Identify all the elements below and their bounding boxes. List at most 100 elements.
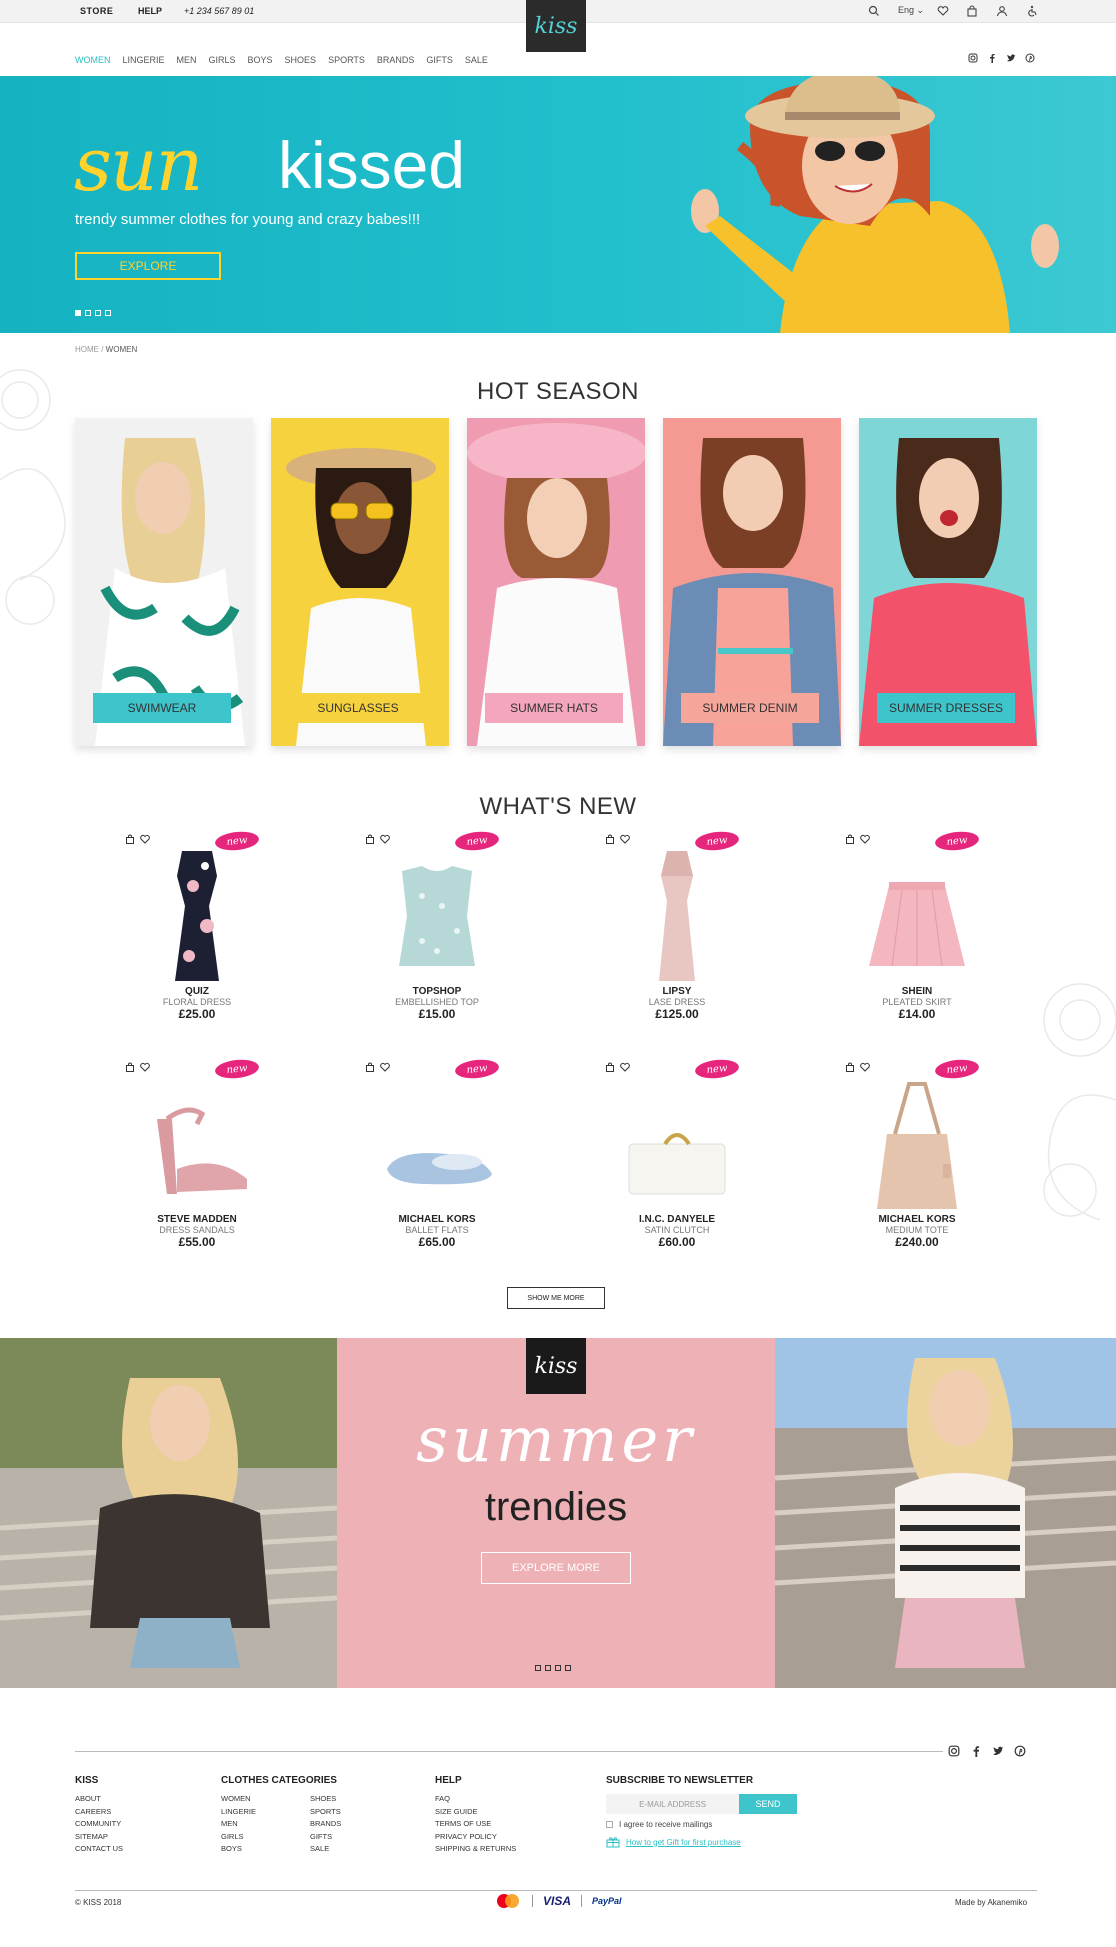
pinterest-icon[interactable] — [1014, 1745, 1026, 1757]
gift-link-text[interactable]: How to get Gift for first purchase — [626, 1838, 741, 1847]
footer-link[interactable]: CONTACT US — [75, 1843, 123, 1856]
footer-link[interactable]: CAREERS — [75, 1806, 123, 1819]
category-card-summer-hats[interactable]: SUMMER HATS — [467, 418, 645, 746]
footer-link[interactable]: GIRLS — [221, 1831, 256, 1844]
explore-button[interactable]: EXPLORE — [75, 252, 221, 280]
show-more-button[interactable]: SHOW ME MORE — [507, 1287, 605, 1309]
newsletter-title: SUBSCRIBE TO NEWSLETTER — [606, 1775, 754, 1786]
gift-link[interactable]: How to get Gift for first purchase — [606, 1836, 741, 1848]
category-card-swimwear[interactable]: SWIMWEAR — [75, 418, 253, 746]
newsletter-send-button[interactable]: SEND — [739, 1794, 797, 1814]
heart-icon[interactable] — [620, 834, 630, 844]
footer-link[interactable]: MEN — [221, 1818, 256, 1831]
newsletter-email-input[interactable]: E-MAIL ADDRESS — [606, 1794, 739, 1814]
pinterest-icon[interactable] — [1025, 53, 1035, 63]
footer-link[interactable]: FAQ — [435, 1793, 516, 1806]
twitter-icon[interactable] — [1006, 53, 1016, 63]
bag-icon[interactable] — [845, 1062, 855, 1072]
product-card[interactable]: new I.N.C. DANYELE SATIN CLUTCH £60.00 — [577, 1057, 777, 1262]
product-card[interactable]: new TOPSHOP EMBELLISHED TOP £15.00 — [337, 829, 537, 1034]
instagram-icon[interactable] — [948, 1745, 960, 1757]
heart-icon[interactable] — [937, 5, 949, 17]
newsletter-agree-checkbox[interactable]: I agree to receive mailings — [606, 1820, 712, 1829]
nav-item-brands[interactable]: BRANDS — [377, 55, 415, 65]
footer-link[interactable]: SPORTS — [310, 1806, 341, 1819]
footer-link[interactable]: ABOUT — [75, 1793, 123, 1806]
footer-link[interactable]: WOMEN — [221, 1793, 256, 1806]
category-card-sunglasses[interactable]: SUNGLASSES — [271, 418, 449, 746]
footer-link[interactable]: COMMUNITY — [75, 1818, 123, 1831]
footer-link[interactable]: TERMS OF USE — [435, 1818, 516, 1831]
search-icon[interactable] — [868, 5, 880, 17]
heart-icon[interactable] — [620, 1062, 630, 1072]
slide-dot-4[interactable] — [105, 310, 111, 316]
product-card[interactable]: new MICHAEL KORS MEDIUM TOTE £240.00 — [817, 1057, 1017, 1262]
bag-icon[interactable] — [845, 834, 855, 844]
slide-dot-3[interactable] — [95, 310, 101, 316]
breadcrumb-home[interactable]: HOME — [75, 345, 99, 354]
instagram-icon[interactable] — [968, 53, 978, 63]
site-logo[interactable]: kiss — [526, 0, 586, 52]
slide-dot-1[interactable] — [535, 1665, 541, 1671]
nav-item-women[interactable]: WOMEN — [75, 55, 111, 65]
bag-icon[interactable] — [125, 1062, 135, 1072]
nav-item-men[interactable]: MEN — [177, 55, 197, 65]
heart-icon[interactable] — [380, 834, 390, 844]
footer-link[interactable]: BRANDS — [310, 1818, 341, 1831]
language-select[interactable]: Eng ⌄ — [898, 5, 924, 16]
footer-link[interactable]: LINGERIE — [221, 1806, 256, 1819]
heart-icon[interactable] — [140, 1062, 150, 1072]
heart-icon[interactable] — [380, 1062, 390, 1072]
footer-link[interactable]: PRIVACY POLICY — [435, 1831, 516, 1844]
explore-more-button[interactable]: EXPLORE MORE — [481, 1552, 631, 1584]
footer-link[interactable]: SHIPPING & RETURNS — [435, 1843, 516, 1856]
facebook-icon[interactable] — [970, 1745, 982, 1757]
slide-dot-2[interactable] — [85, 310, 91, 316]
footer-link[interactable]: SIZE GUIDE — [435, 1806, 516, 1819]
help-link[interactable]: HELP — [138, 6, 162, 16]
mastercard-icon — [497, 1894, 519, 1908]
phone-number: +1 234 567 89 01 — [184, 6, 255, 16]
nav-item-boys[interactable]: BOYS — [248, 55, 273, 65]
slide-dot-1[interactable] — [75, 310, 81, 316]
checkbox-icon[interactable] — [606, 1821, 613, 1828]
nav-item-shoes[interactable]: SHOES — [285, 55, 317, 65]
ballet-flat-image — [387, 1153, 492, 1185]
product-card[interactable]: new LIPSY LASE DRESS £125.00 — [577, 829, 777, 1034]
nav-item-gifts[interactable]: GIFTS — [426, 55, 453, 65]
bag-icon[interactable] — [966, 5, 978, 17]
bag-icon[interactable] — [605, 834, 615, 844]
product-card[interactable]: new MICHAEL KORS BALLET FLATS £65.00 — [337, 1057, 537, 1262]
bag-icon[interactable] — [605, 1062, 615, 1072]
user-icon[interactable] — [996, 5, 1008, 17]
category-label: SUMMER DENIM — [681, 693, 819, 723]
heart-icon[interactable] — [860, 834, 870, 844]
twitter-icon[interactable] — [992, 1745, 1004, 1757]
heart-icon[interactable] — [140, 834, 150, 844]
facebook-icon[interactable] — [987, 53, 997, 63]
footer-link[interactable]: SITEMAP — [75, 1831, 123, 1844]
bag-icon[interactable] — [125, 834, 135, 844]
nav-item-girls[interactable]: GIRLS — [209, 55, 236, 65]
product-card[interactable]: new STEVE MADDEN DRESS SANDALS £55.00 — [97, 1057, 297, 1262]
footer-link[interactable]: SHOES — [310, 1793, 341, 1806]
slide-dot-3[interactable] — [555, 1665, 561, 1671]
nav-item-sports[interactable]: SPORTS — [328, 55, 365, 65]
category-card-summer-denim[interactable]: SUMMER DENIM — [663, 418, 841, 746]
bag-icon[interactable] — [365, 834, 375, 844]
store-link[interactable]: STORE — [75, 6, 118, 16]
accessibility-icon[interactable] — [1026, 5, 1038, 17]
slide-dot-4[interactable] — [565, 1665, 571, 1671]
footer-link[interactable]: GIFTS — [310, 1831, 341, 1844]
product-card[interactable]: new QUIZ FLORAL DRESS £25.00 — [97, 829, 297, 1034]
footer-social-links — [948, 1745, 1026, 1757]
nav-item-lingerie[interactable]: LINGERIE — [123, 55, 165, 65]
slide-dot-2[interactable] — [545, 1665, 551, 1671]
bag-icon[interactable] — [365, 1062, 375, 1072]
nav-item-sale[interactable]: SALE — [465, 55, 488, 65]
product-card[interactable]: new SHEIN PLEATED SKIRT £14.00 — [817, 829, 1017, 1034]
category-card-summer-dresses[interactable]: SUMMER DRESSES — [859, 418, 1037, 746]
footer-link[interactable]: SALE — [310, 1843, 341, 1856]
footer-link[interactable]: BOYS — [221, 1843, 256, 1856]
heart-icon[interactable] — [860, 1062, 870, 1072]
